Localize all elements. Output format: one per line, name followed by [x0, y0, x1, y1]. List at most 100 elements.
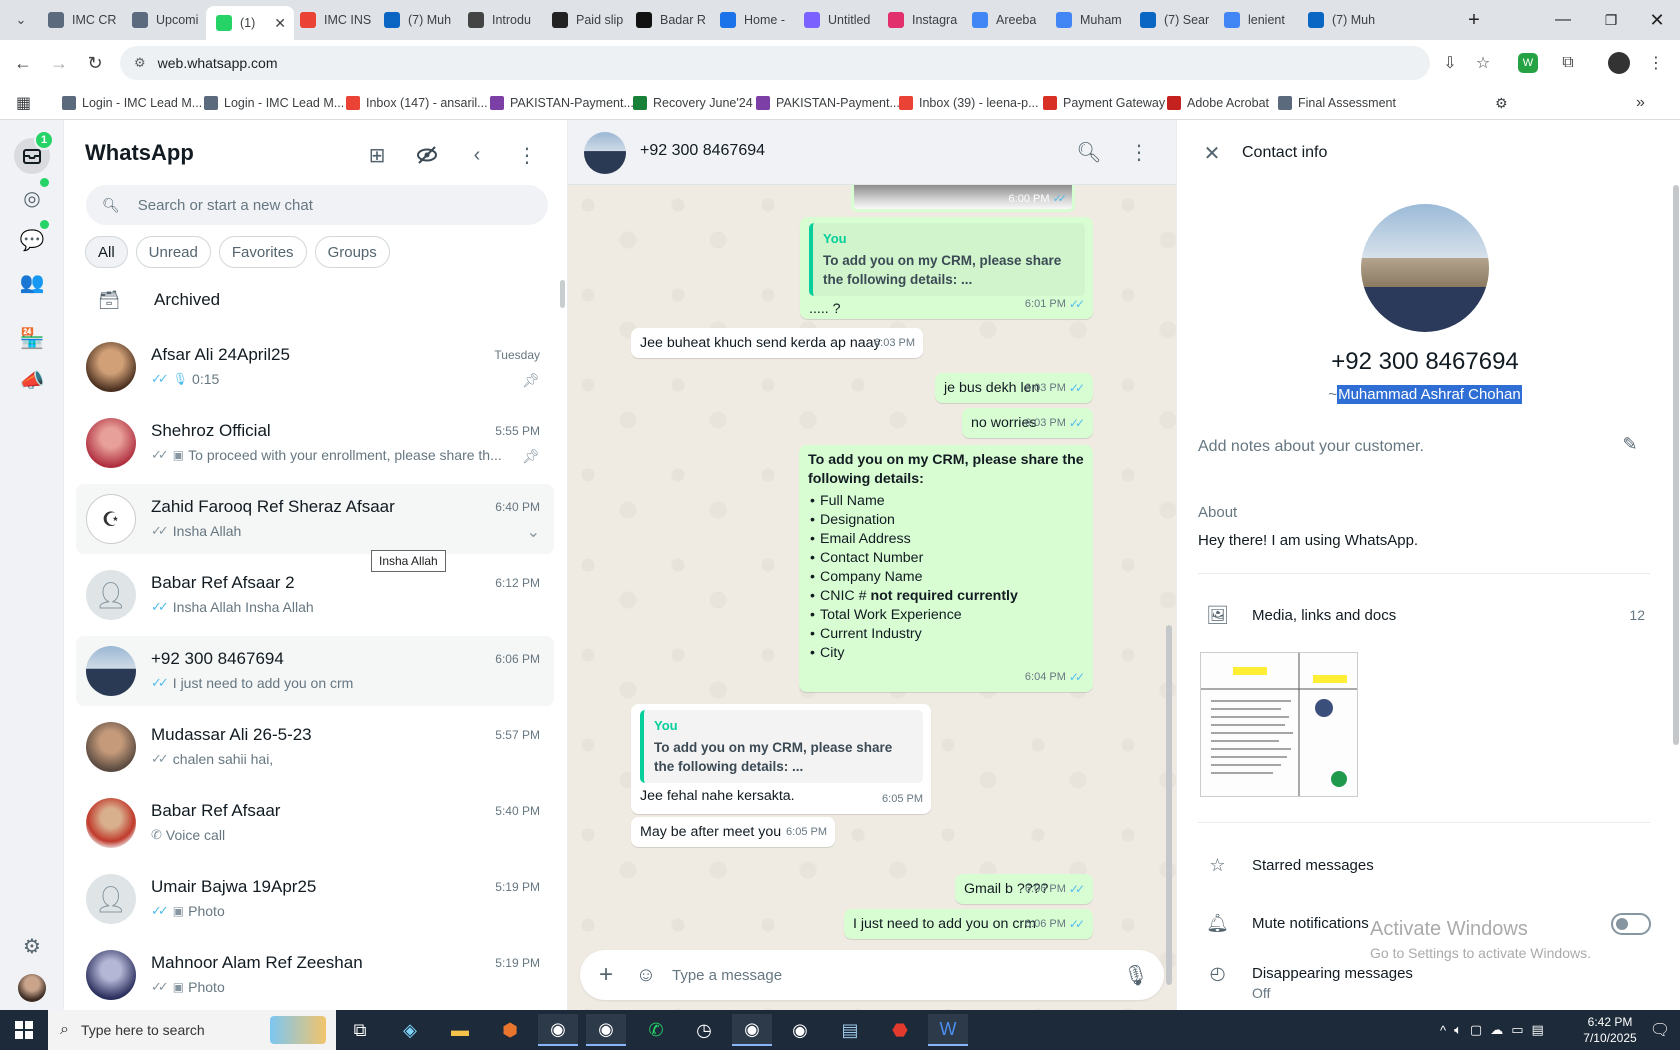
- notepad-icon[interactable]: ▤: [830, 1014, 870, 1046]
- clock-app-icon[interactable]: ◷: [684, 1014, 724, 1046]
- message-incoming[interactable]: May be after meet you 6:05 PM: [631, 817, 835, 847]
- chrome-icon[interactable]: ◉: [780, 1014, 820, 1046]
- reload-icon[interactable]: ↻: [80, 48, 110, 78]
- filter-favorites[interactable]: Favorites: [218, 236, 307, 268]
- attach-plus-icon[interactable]: +: [586, 961, 626, 989]
- contact-photo[interactable]: [1361, 204, 1489, 332]
- extensions-puzzle-icon[interactable]: ⧉: [1555, 50, 1581, 76]
- bookmark-item[interactable]: PAKISTAN-Payment...: [490, 92, 634, 114]
- collapse-chevron-left-icon[interactable]: ‹: [462, 140, 492, 170]
- browser-tab[interactable]: Paid slip: [542, 4, 626, 36]
- quoted-message[interactable]: You To add you on my CRM, please share t…: [640, 710, 923, 783]
- chrome-icon[interactable]: ◉: [732, 1014, 772, 1046]
- microphone-icon[interactable]: 🎙︎: [1116, 963, 1156, 988]
- catalog-store-icon[interactable]: 🏪: [14, 320, 50, 356]
- close-icon[interactable]: ✕: [1197, 138, 1227, 168]
- more-bookmarks-chevron-icon[interactable]: »: [1636, 92, 1645, 114]
- contact-avatar[interactable]: [584, 132, 626, 174]
- acrobat-icon[interactable]: ⬣: [880, 1014, 920, 1046]
- sticker-emoji-icon[interactable]: ☺: [626, 964, 666, 987]
- profile-avatar-icon[interactable]: [1608, 52, 1630, 74]
- browser-tab[interactable]: Introdu: [458, 4, 542, 36]
- browser-tab[interactable]: (7) Muh: [374, 4, 458, 36]
- copilot-icon[interactable]: ◈: [390, 1014, 430, 1046]
- close-window-icon[interactable]: ✕: [1632, 0, 1680, 40]
- bookmark-item[interactable]: Login - IMC Lead M...: [204, 92, 344, 114]
- whatsapp-icon[interactable]: ✆: [636, 1014, 676, 1046]
- chat-item-shehroz-official[interactable]: Shehroz Official 5:55 PM ✓✓ ▣ To proceed…: [76, 408, 554, 478]
- chat-list-scrollbar[interactable]: [560, 280, 565, 308]
- file-explorer-icon[interactable]: ▬: [440, 1014, 480, 1046]
- browser-tab[interactable]: (7) Muh: [1298, 4, 1382, 36]
- browser-tab[interactable]: Home -: [710, 4, 794, 36]
- filter-all[interactable]: All: [85, 236, 128, 268]
- bookmark-item[interactable]: Payment Gateway: [1043, 92, 1165, 114]
- image-message[interactable]: 6:00 PM ✓✓: [851, 185, 1075, 212]
- chevron-down-icon[interactable]: ⌄: [527, 522, 540, 542]
- minimize-icon[interactable]: —: [1538, 0, 1588, 40]
- starred-messages-row[interactable]: ☆ Starred messages: [1177, 845, 1673, 885]
- media-thumbnail[interactable]: [1200, 652, 1358, 797]
- bookmark-item[interactable]: Login - IMC Lead M...: [62, 92, 202, 114]
- mute-toggle-switch[interactable]: [1611, 913, 1651, 935]
- contact-info-scrollbar[interactable]: [1673, 185, 1679, 745]
- archived-row[interactable]: 🗃︎ Archived: [64, 278, 567, 322]
- customer-notes[interactable]: Add notes about your customer.: [1198, 438, 1424, 456]
- app-icon[interactable]: ⬢: [490, 1014, 530, 1046]
- chat-item-mahnoor-alam[interactable]: Mahnoor Alam Ref Zeeshan 5:19 PM ✓✓ ▣ Ph…: [76, 940, 554, 1010]
- contact-name-selected[interactable]: Muhammad Ashraf Chohan: [1337, 385, 1522, 404]
- chat-item-active-contact[interactable]: +92 300 8467694 6:06 PM ✓✓ I just need t…: [76, 636, 554, 706]
- message-incoming[interactable]: You To add you on my CRM, please share t…: [631, 704, 931, 814]
- communities-icon[interactable]: 👥: [14, 264, 50, 300]
- notification-icon[interactable]: 🗨︎: [1640, 1010, 1680, 1050]
- restore-icon[interactable]: ❐: [1586, 0, 1636, 40]
- message-outgoing[interactable]: You To add you on my CRM, please share t…: [800, 217, 1093, 319]
- browser-tab[interactable]: Areeba: [962, 4, 1046, 36]
- device-icon[interactable]: ▢: [1470, 1022, 1482, 1038]
- message-outgoing[interactable]: Gmail b ???? 6:06 PM ✓✓: [955, 874, 1093, 904]
- bookmark-item[interactable]: Adobe Acrobat: [1167, 92, 1269, 114]
- sidebar-menu-icon[interactable]: ⋮: [512, 140, 542, 170]
- bookmark-item[interactable]: Inbox (39) - leena-p...: [899, 92, 1039, 114]
- forward-arrow-icon[interactable]: →: [44, 48, 74, 78]
- volume-icon[interactable]: 🔈︎: [1454, 1022, 1462, 1038]
- hide-eye-slash-icon[interactable]: [412, 140, 442, 170]
- conversation-title[interactable]: +92 300 8467694: [640, 142, 765, 160]
- search-input[interactable]: [137, 196, 518, 214]
- conversation-scrollbar[interactable]: [1166, 625, 1172, 985]
- conversation-header[interactable]: +92 300 8467694 🔍︎ ⋮: [568, 120, 1176, 185]
- new-tab-button[interactable]: +: [1449, 0, 1499, 40]
- task-view-icon[interactable]: ⧉: [340, 1014, 380, 1046]
- back-arrow-icon[interactable]: ←: [8, 48, 38, 78]
- browser-tab[interactable]: Untitled: [794, 4, 878, 36]
- new-chat-icon[interactable]: ⊞: [362, 140, 392, 170]
- message-outgoing[interactable]: I just need to add you on crm 6:06 PM ✓✓: [844, 909, 1093, 939]
- browser-menu-icon[interactable]: ⋮: [1643, 50, 1669, 76]
- profile-avatar[interactable]: [14, 970, 50, 1006]
- settings-gear-icon[interactable]: ⚙: [14, 928, 50, 964]
- apps-grid-icon[interactable]: ▦: [16, 92, 31, 114]
- browser-tab[interactable]: (1) ✕: [206, 6, 294, 40]
- edit-pencil-icon[interactable]: ✎: [1617, 434, 1643, 460]
- browser-tab[interactable]: IMC INS: [290, 4, 374, 36]
- chat-item-zahid-farooq[interactable]: ☪ Zahid Farooq Ref Sheraz Afsaar 6:40 PM…: [76, 484, 554, 554]
- chat-item-afsar-ali[interactable]: Afsar Ali 24April25 Tuesday ✓✓ 🎙︎ 0:15 📌…: [76, 332, 554, 402]
- quoted-message[interactable]: You To add you on my CRM, please share t…: [809, 223, 1085, 296]
- network-icon[interactable]: ▭: [1511, 1022, 1523, 1038]
- chat-search[interactable]: 🔍︎: [86, 185, 548, 225]
- cloud-icon[interactable]: ☁: [1490, 1022, 1503, 1038]
- message-outgoing[interactable]: no worries 6:03 PM ✓✓: [962, 408, 1093, 438]
- whatsapp-extension-icon[interactable]: W: [1518, 53, 1538, 73]
- chat-item-mudassar-ali[interactable]: Mudassar Ali 26-5-23 5:57 PM ✓✓ chalen s…: [76, 712, 554, 782]
- browser-tab[interactable]: lenient: [1214, 4, 1298, 36]
- browser-tab[interactable]: Instagra: [878, 4, 962, 36]
- search-icon[interactable]: 🔍︎: [1074, 137, 1104, 167]
- message-input[interactable]: [672, 966, 1116, 984]
- windows-start-icon[interactable]: [0, 1010, 48, 1050]
- site-info-icon[interactable]: ⚙: [134, 55, 146, 71]
- tab-search-chevron-icon[interactable]: ⌄: [6, 5, 36, 35]
- filter-groups[interactable]: Groups: [314, 236, 390, 268]
- url-bar[interactable]: ⚙ web.whatsapp.com: [120, 46, 1430, 80]
- filter-unread[interactable]: Unread: [135, 236, 211, 268]
- chrome-icon[interactable]: ◉: [538, 1014, 578, 1046]
